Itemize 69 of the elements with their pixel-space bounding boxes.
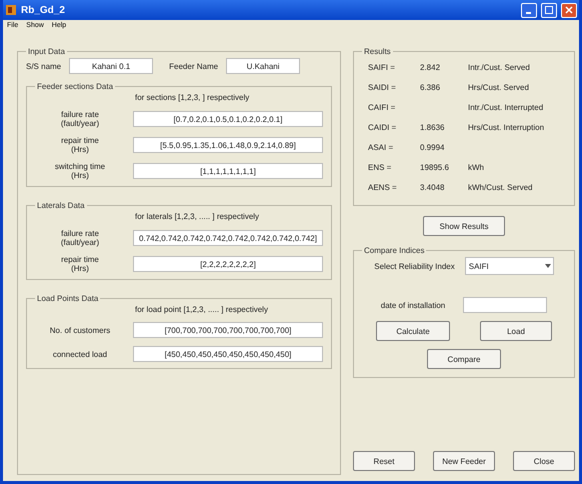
field-label: failure rate (61, 229, 99, 238)
close-icon (565, 6, 573, 14)
index-name: AENS = (367, 183, 398, 192)
note-text: for load point [1,2,3, ..... ] respectively (135, 305, 269, 314)
panel-title: Input Data (27, 47, 66, 56)
field-label: date of installation (380, 300, 446, 310)
index-value: 19895.6 (420, 163, 450, 172)
load-button[interactable]: Load (480, 321, 552, 341)
reset-button[interactable]: Reset (353, 451, 415, 471)
show-results-button[interactable]: Show Results (423, 216, 505, 236)
index-dropdown[interactable]: SAIFI (464, 257, 554, 275)
index-name: ENS = (367, 163, 392, 172)
note-text: for sections [1,2,3, ] respectively (135, 93, 250, 102)
calculate-button[interactable]: Calculate (376, 321, 450, 341)
field-label: (fault/year) (60, 119, 100, 128)
index-value: 1.8636 (420, 123, 446, 132)
field-label: repair time (61, 255, 99, 264)
panel-title: Compare Indices (363, 246, 426, 255)
field-label: No. of customers (50, 326, 110, 334)
index-value: 0.9994 (420, 143, 446, 152)
maximize-icon (545, 6, 553, 14)
index-value: 3.4048 (420, 183, 446, 192)
field-label: (Hrs) (71, 145, 89, 154)
index-name: CAIFI = (367, 103, 396, 112)
index-unit: kWh (468, 163, 484, 172)
close-button[interactable] (561, 2, 577, 18)
panel-title: Results (363, 47, 392, 56)
index-unit: Hrs/Cust. Served (468, 83, 529, 92)
index-value: 6.386 (420, 83, 442, 92)
index-name: SAIFI = (367, 63, 396, 72)
new-feeder-button[interactable]: New Feeder (433, 451, 495, 471)
index-unit: Intr./Cust. Served (468, 63, 530, 72)
field-label: (Hrs) (71, 264, 89, 273)
input-field[interactable]: [1,1,1,1,1,1,1,1] (133, 163, 323, 179)
index-name: CAIDI = (367, 123, 398, 132)
field-label: repair time (61, 136, 99, 145)
maximize-button[interactable] (541, 2, 557, 18)
field-label: (fault/year) (60, 238, 100, 247)
input-field[interactable]: [700,700,700,700,700,700,700,700] (133, 322, 323, 338)
window-title: Rb_Gd_2 (21, 4, 66, 16)
index-value: 2.842 (420, 63, 442, 72)
field-label: S/S name (26, 62, 62, 70)
index-name: ASAI = (367, 143, 394, 152)
input-field[interactable]: [0.7,0.2,0.1,0.5,0.1,0.2,0.2,0.1] (133, 111, 323, 127)
index-unit: Hrs/Cust. Interruption (468, 123, 544, 132)
group-title: Feeder sections Data (36, 82, 114, 91)
index-unit: kWh/Cust. Served (468, 183, 532, 192)
field-label: switching time (54, 162, 106, 171)
input-field[interactable]: U.Kahani (226, 58, 300, 74)
group-title: Laterals Data (36, 201, 86, 210)
app-icon (5, 4, 17, 16)
index-name: SAIDI = (367, 83, 397, 92)
minimize-button[interactable] (521, 2, 537, 18)
compare-button[interactable]: Compare (427, 349, 501, 369)
field-label: Select Reliability Index (374, 262, 455, 270)
field-label: failure rate (61, 110, 99, 119)
input-field[interactable] (463, 297, 548, 313)
input-field[interactable]: [450,450,450,450,450,450,450,450] (133, 346, 323, 362)
note-text: for laterals [1,2,3, ..... ] respectively (135, 212, 260, 221)
field-label: connected load (52, 350, 108, 358)
input-field[interactable]: [5.5,0.95,1.35,1.06,1.48,0.9,2.14,0.89] (133, 137, 323, 153)
group-title: Load Points Data (36, 294, 100, 303)
field-label: (Hrs) (71, 171, 89, 180)
close-app-button[interactable]: Close (513, 451, 575, 471)
field-label: Feeder Name (169, 62, 218, 70)
index-unit: Intr./Cust. Interrupted (468, 103, 544, 112)
input-field[interactable]: [2,2,2,2,2,2,2,2] (133, 256, 323, 272)
input-field[interactable]: Kahani 0.1 (69, 58, 154, 74)
input-field[interactable]: 0.742,0.742,0.742,0.742,0.742,0.742,0.742,0.742] (133, 230, 323, 246)
